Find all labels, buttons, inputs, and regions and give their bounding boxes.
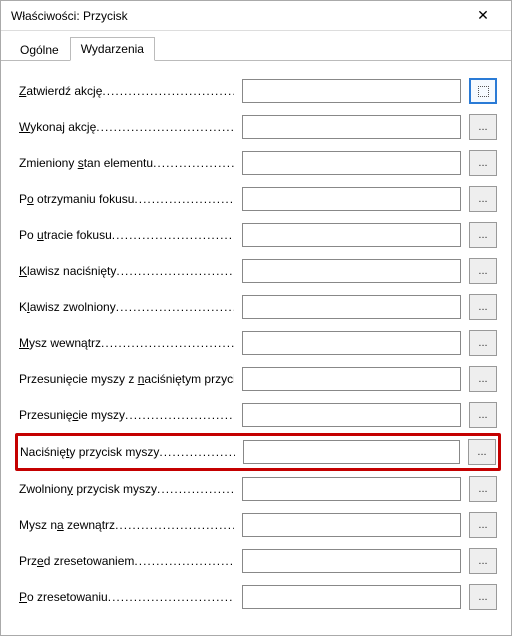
event-row: Po zresetowaniu.........................… <box>15 579 501 615</box>
tab-events[interactable]: Wydarzenia <box>70 37 155 61</box>
event-row: Po utracie fokusu.......................… <box>15 217 501 253</box>
event-row: Zmieniony stan elementu.................… <box>15 145 501 181</box>
event-label: Naciśnięty przycisk myszy...............… <box>20 445 235 459</box>
event-browse-button[interactable] <box>469 78 497 104</box>
event-label: Zwolniony przycisk myszy................… <box>19 482 234 496</box>
event-label: Zmieniony stan elementu.................… <box>19 156 234 170</box>
event-label: Przed zresetowaniem.....................… <box>19 554 234 568</box>
event-browse-button[interactable]: ... <box>469 150 497 176</box>
event-label: Klawisz naciśnięty......................… <box>19 264 234 278</box>
event-browse-button[interactable]: ... <box>469 548 497 574</box>
event-browse-button[interactable]: ... <box>469 402 497 428</box>
event-label: Klawisz zwolniony.......................… <box>19 300 234 314</box>
events-panel: Zatwierdź akcję.........................… <box>1 61 511 625</box>
event-input[interactable] <box>242 549 461 573</box>
event-row: Klawisz naciśnięty......................… <box>15 253 501 289</box>
event-browse-button[interactable]: ... <box>469 476 497 502</box>
event-row: Przed zresetowaniem.....................… <box>15 543 501 579</box>
event-row: Zatwierdź akcję.........................… <box>15 73 501 109</box>
event-label: Mysz na zewnątrz........................… <box>19 518 234 532</box>
event-label: Wykonaj akcję...........................… <box>19 120 234 134</box>
event-row: Zwolniony przycisk myszy................… <box>15 471 501 507</box>
event-browse-button[interactable]: ... <box>469 584 497 610</box>
event-browse-button[interactable]: ... <box>469 366 497 392</box>
event-row: Naciśnięty przycisk myszy...............… <box>15 433 501 471</box>
event-input[interactable] <box>242 331 461 355</box>
event-input[interactable] <box>242 513 461 537</box>
event-label: Po zresetowaniu.........................… <box>19 590 234 604</box>
tab-general[interactable]: Ogólne <box>9 38 70 61</box>
event-browse-button[interactable]: ... <box>469 258 497 284</box>
titlebar: Właściwości: Przycisk ✕ <box>1 1 511 31</box>
event-label: Przesunięcie myszy......................… <box>19 408 234 422</box>
event-input[interactable] <box>242 115 461 139</box>
event-input[interactable] <box>242 477 461 501</box>
event-label: Mysz wewnątrz...........................… <box>19 336 234 350</box>
event-label: Po otrzymaniu fokusu....................… <box>19 192 234 206</box>
event-row: Wykonaj akcję...........................… <box>15 109 501 145</box>
focus-indicator-icon <box>478 86 489 97</box>
event-row: Klawisz zwolniony.......................… <box>15 289 501 325</box>
event-input[interactable] <box>242 295 461 319</box>
event-row: Po otrzymaniu fokusu....................… <box>15 181 501 217</box>
event-input[interactable] <box>242 79 461 103</box>
event-input[interactable] <box>242 223 461 247</box>
event-browse-button[interactable]: ... <box>468 439 496 465</box>
event-input[interactable] <box>242 585 461 609</box>
event-row: Mysz wewnątrz...........................… <box>15 325 501 361</box>
event-row: Przesunięcie myszy......................… <box>15 397 501 433</box>
event-input[interactable] <box>242 151 461 175</box>
tab-bar: Ogólne Wydarzenia <box>1 31 511 61</box>
close-icon: ✕ <box>477 7 489 24</box>
event-row: Przesunięcie myszy z naciśniętym przycis… <box>15 361 501 397</box>
event-browse-button[interactable]: ... <box>469 114 497 140</box>
event-row: Mysz na zewnątrz........................… <box>15 507 501 543</box>
window-title: Właściwości: Przycisk <box>11 9 128 23</box>
event-browse-button[interactable]: ... <box>469 294 497 320</box>
event-browse-button[interactable]: ... <box>469 222 497 248</box>
event-browse-button[interactable]: ... <box>469 330 497 356</box>
event-label: Przesunięcie myszy z naciśniętym przycis… <box>19 372 234 386</box>
close-button[interactable]: ✕ <box>463 2 503 30</box>
event-input[interactable] <box>242 367 461 391</box>
event-label: Zatwierdź akcję.........................… <box>19 84 234 98</box>
event-input[interactable] <box>242 187 461 211</box>
event-input[interactable] <box>242 403 461 427</box>
event-input[interactable] <box>242 259 461 283</box>
event-label: Po utracie fokusu.......................… <box>19 228 234 242</box>
event-input[interactable] <box>243 440 460 464</box>
event-browse-button[interactable]: ... <box>469 512 497 538</box>
event-browse-button[interactable]: ... <box>469 186 497 212</box>
